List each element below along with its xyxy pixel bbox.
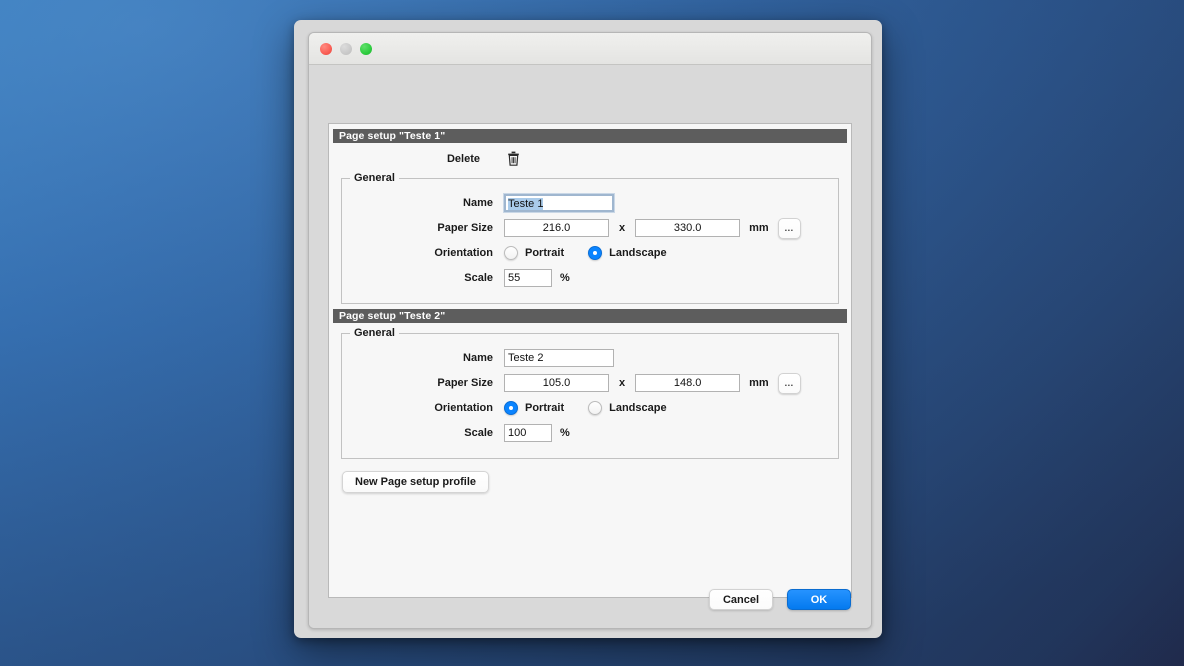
paper-size-row-2: Paper Size 105.0 x 148.0 mm ...	[342, 371, 838, 395]
new-page-setup-profile-button[interactable]: New Page setup profile	[342, 471, 490, 493]
scale-input-2[interactable]: 100	[504, 424, 552, 442]
name-row-2: Name Teste 2	[342, 346, 838, 370]
dialog-body: Page setup "Teste 1" Delete General Name…	[309, 65, 871, 628]
orientation-portrait-option-2[interactable]: Portrait	[504, 401, 564, 415]
name-label-2: Name	[463, 352, 493, 364]
paper-size-label-2: Paper Size	[437, 377, 493, 389]
fieldset-legend-general-2: General	[350, 327, 399, 339]
radio-on-icon	[504, 401, 518, 415]
name-row-1: Name Teste 1	[342, 191, 838, 215]
paper-width-input-1[interactable]: 216.0	[504, 219, 609, 237]
ok-button[interactable]: OK	[787, 589, 851, 610]
paper-height-input-2[interactable]: 148.0	[635, 374, 741, 392]
window-titlebar	[309, 33, 871, 65]
paper-size-separator-1: x	[619, 222, 626, 234]
radio-on-icon	[588, 246, 603, 260]
paper-size-row-1: Paper Size 216.0 x 330.0 mm ...	[342, 216, 838, 240]
fieldset-legend-general-1: General	[350, 172, 399, 184]
cancel-button[interactable]: Cancel	[709, 589, 773, 610]
trash-icon[interactable]	[507, 151, 520, 166]
page-setup-profiles-panel: Page setup "Teste 1" Delete General Name…	[328, 123, 852, 598]
orientation-label-1: Orientation	[434, 247, 493, 259]
orientation-label-2: Orientation	[434, 402, 493, 414]
general-fieldset-1: General Name Teste 1 Paper Size 216.0 x …	[341, 172, 839, 304]
new-profile-row: New Page setup profile	[342, 471, 851, 493]
orientation-landscape-label-1: Landscape	[609, 247, 667, 259]
name-label-1: Name	[463, 197, 493, 209]
name-input-1[interactable]: Teste 1	[504, 194, 614, 212]
name-input-1-value: Teste 1	[508, 198, 544, 210]
paper-size-more-button-2[interactable]: ...	[777, 372, 801, 394]
paper-unit-label-2: mm	[749, 377, 769, 389]
paper-height-input-1[interactable]: 330.0	[635, 219, 741, 237]
name-input-2[interactable]: Teste 2	[504, 349, 614, 367]
radio-off-icon	[504, 246, 518, 260]
scale-unit-label-1: %	[560, 272, 570, 284]
orientation-row-1: Orientation Portrait Landscape	[342, 241, 838, 265]
delete-label: Delete	[446, 152, 480, 165]
orientation-landscape-option-2[interactable]: Landscape	[588, 401, 667, 415]
minimize-window-button[interactable]	[340, 43, 352, 55]
scale-row-1: Scale 55 %	[342, 266, 838, 290]
orientation-portrait-label-1: Portrait	[525, 247, 565, 259]
dialog-footer: Cancel OK	[709, 589, 851, 610]
orientation-portrait-label-2: Portrait	[525, 402, 565, 414]
radio-off-icon	[588, 401, 603, 415]
paper-size-separator-2: x	[619, 377, 626, 389]
general-fieldset-2: General Name Teste 2 Paper Size 105.0 x …	[341, 327, 839, 459]
paper-unit-label-1: mm	[749, 222, 769, 234]
close-window-button[interactable]	[320, 43, 332, 55]
orientation-landscape-label-2: Landscape	[609, 402, 667, 414]
scale-input-1[interactable]: 55	[504, 269, 552, 287]
orientation-radio-group-1: Portrait Landscape	[504, 246, 691, 260]
orientation-row-2: Orientation Portrait Landscape	[342, 396, 838, 420]
scale-row-2: Scale 100 %	[342, 421, 838, 445]
scale-label-2: Scale	[464, 427, 493, 439]
paper-width-input-2[interactable]: 105.0	[504, 374, 609, 392]
paper-size-label-1: Paper Size	[437, 222, 493, 234]
orientation-portrait-option-1[interactable]: Portrait	[504, 246, 564, 260]
orientation-radio-group-2: Portrait Landscape	[504, 401, 691, 415]
maximize-window-button[interactable]	[360, 43, 372, 55]
dialog-shell: Page setup "Teste 1" Delete General Name…	[308, 32, 872, 629]
scale-unit-label-2: %	[560, 427, 570, 439]
paper-size-more-button-1[interactable]: ...	[777, 217, 801, 239]
delete-row: Delete	[329, 148, 851, 169]
page-setup-dialog-window: Page setup "Teste 1" Delete General Name…	[294, 20, 882, 638]
orientation-landscape-option-1[interactable]: Landscape	[588, 246, 667, 260]
section-header-teste-1: Page setup "Teste 1"	[333, 129, 847, 143]
section-header-teste-2: Page setup "Teste 2"	[333, 309, 847, 323]
scale-label-1: Scale	[464, 272, 493, 284]
